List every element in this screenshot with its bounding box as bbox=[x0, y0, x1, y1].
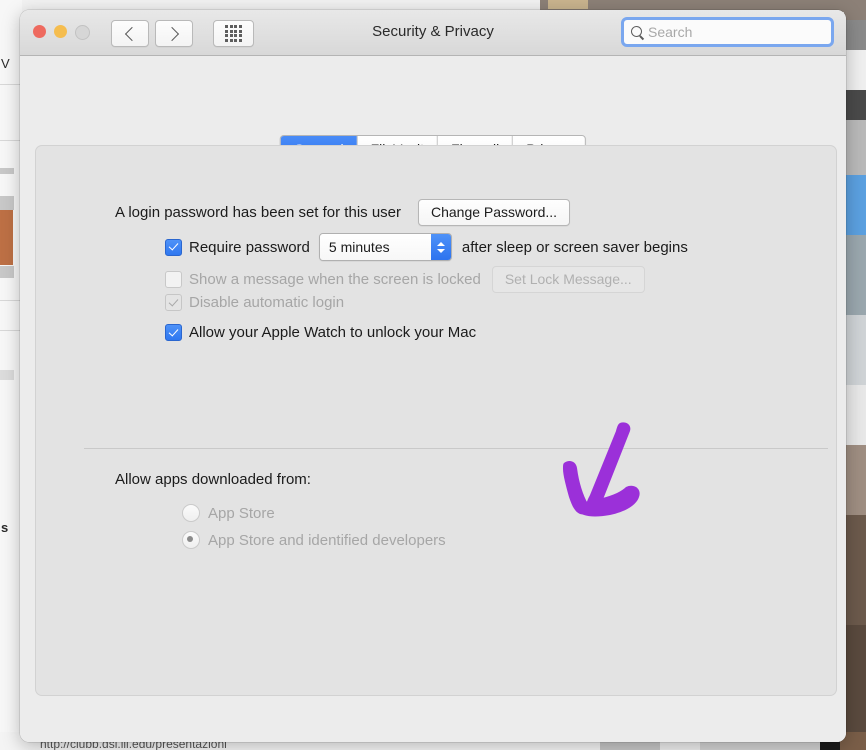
screenshot-root: V s http://clubb.dsl.ill.edu/presentazio… bbox=[0, 0, 866, 750]
gatekeeper-option-app-store-and-developers[interactable]: App Store and identified developers bbox=[182, 531, 446, 549]
show-lock-message-row: Show a message when the screen is locked… bbox=[165, 266, 645, 293]
window-titlebar: Security & Privacy bbox=[20, 10, 846, 56]
set-lock-message-button[interactable]: Set Lock Message... bbox=[491, 266, 645, 293]
security-privacy-window: Security & Privacy General FileVault Fir… bbox=[20, 10, 846, 742]
disable-automatic-login-row: Disable automatic login bbox=[165, 294, 344, 311]
background-top-tan-block bbox=[548, 0, 588, 9]
require-password-row: Require password 5 minutes after sleep o… bbox=[165, 233, 688, 261]
background-left-text-top: V bbox=[1, 56, 10, 71]
login-password-row: A login password has been set for this u… bbox=[115, 199, 571, 226]
disable-automatic-login-label: Disable automatic login bbox=[189, 294, 345, 311]
require-password-suffix-label: after sleep or screen saver begins bbox=[461, 238, 688, 256]
app-store-label: App Store bbox=[208, 504, 275, 522]
background-left-text-mid: s bbox=[1, 520, 9, 535]
background-left-window: V s bbox=[0, 0, 22, 750]
window-body: General FileVault Firewall Privacy A log… bbox=[20, 56, 846, 742]
section-divider bbox=[84, 448, 828, 449]
require-password-interval-select[interactable]: 5 minutes bbox=[318, 233, 452, 261]
disable-automatic-login-checkbox[interactable] bbox=[165, 294, 182, 311]
login-password-status-text: A login password has been set for this u… bbox=[115, 204, 401, 221]
show-lock-message-label: Show a message when the screen is locked bbox=[189, 271, 481, 288]
show-lock-message-checkbox[interactable] bbox=[165, 271, 182, 288]
require-password-checkbox[interactable] bbox=[165, 238, 182, 256]
gatekeeper-option-app-store[interactable]: App Store bbox=[182, 504, 275, 522]
gatekeeper-heading: Allow apps downloaded from: bbox=[115, 471, 311, 488]
gatekeeper-heading-row: Allow apps downloaded from: bbox=[115, 471, 311, 488]
change-password-button[interactable]: Change Password... bbox=[418, 199, 571, 226]
app-store-radio[interactable] bbox=[182, 504, 200, 522]
apple-watch-unlock-label: Allow your Apple Watch to unlock your Ma… bbox=[189, 324, 477, 341]
apple-watch-unlock-row: Allow your Apple Watch to unlock your Ma… bbox=[165, 324, 476, 341]
app-store-and-developers-radio[interactable] bbox=[182, 531, 200, 549]
search-icon bbox=[630, 25, 644, 39]
search-input[interactable] bbox=[646, 23, 825, 41]
app-store-and-developers-label: App Store and identified developers bbox=[208, 531, 446, 549]
apple-watch-unlock-checkbox[interactable] bbox=[165, 324, 182, 341]
require-password-label: Require password bbox=[189, 238, 310, 256]
background-orange-block bbox=[0, 210, 13, 265]
stepper-arrows-icon[interactable] bbox=[430, 234, 451, 260]
general-settings-panel: A login password has been set for this u… bbox=[35, 145, 837, 696]
window-footer: Click the lock to make changes. Advanced… bbox=[20, 659, 846, 742]
require-password-interval-value: 5 minutes bbox=[319, 234, 431, 260]
search-field[interactable] bbox=[621, 17, 834, 47]
background-right-windows bbox=[844, 0, 866, 750]
